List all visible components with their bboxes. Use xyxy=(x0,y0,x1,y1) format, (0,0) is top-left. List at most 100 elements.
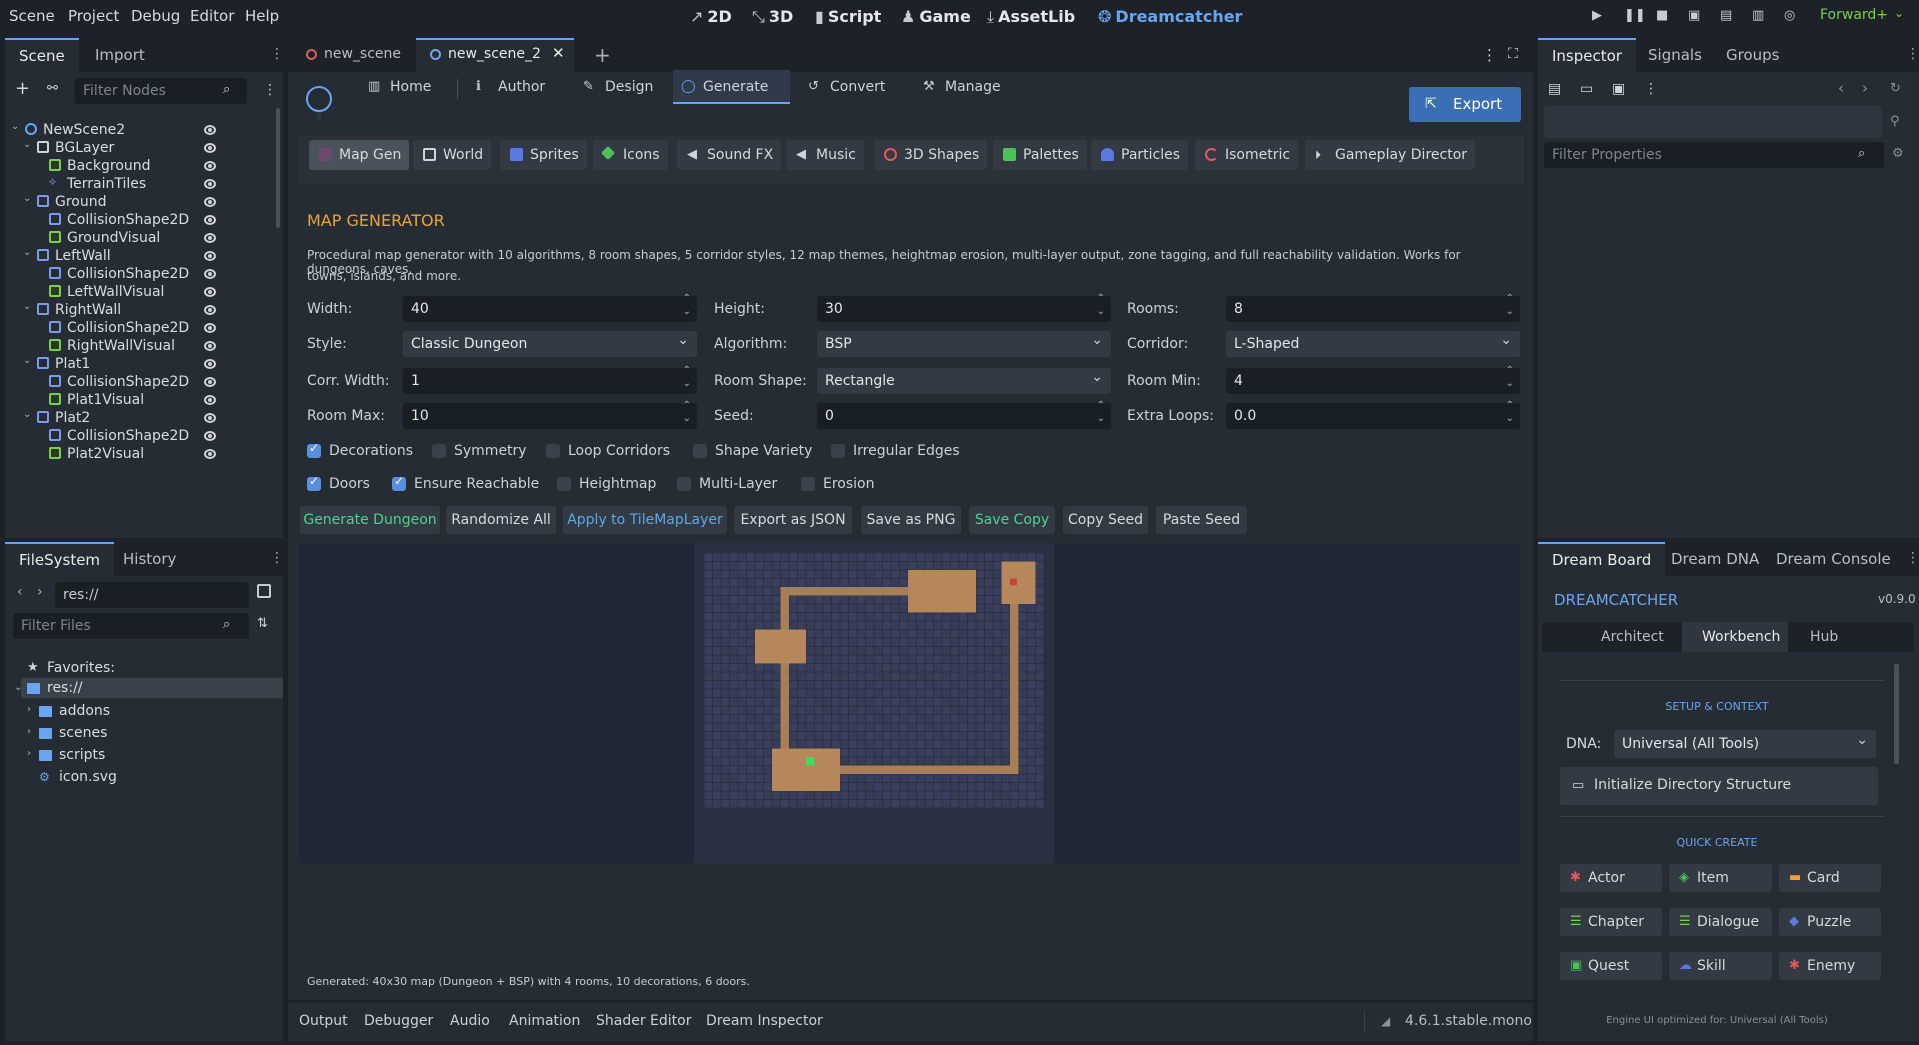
tab-output[interactable]: Output xyxy=(299,1013,348,1029)
play-scene-icon[interactable]: ▤ xyxy=(1720,8,1732,23)
paste-seed-button[interactable]: Paste Seed xyxy=(1156,506,1247,534)
randomize-all-button[interactable]: Randomize All xyxy=(446,506,556,534)
symmetry-checkbox[interactable] xyxy=(432,444,446,458)
visibility-eye-icon[interactable] xyxy=(204,179,216,189)
tab-signals[interactable]: Signals xyxy=(1634,38,1716,72)
settings-icon[interactable]: ⚙ xyxy=(1892,146,1904,161)
workspace-assetlib[interactable]: ⤓ AssetLib xyxy=(987,0,1075,34)
pause-icon[interactable]: ❚❚ xyxy=(1624,8,1646,23)
erosion-checkbox[interactable] xyxy=(801,477,815,491)
fs-item-addons[interactable]: addons xyxy=(59,702,110,720)
room-max-spinbox[interactable]: 10 xyxy=(403,399,697,429)
fullscreen-icon[interactable]: ⛶ xyxy=(1508,46,1518,62)
save-icon[interactable]: ▣ xyxy=(1612,81,1625,97)
subtab-isometric[interactable]: Isometric xyxy=(1195,140,1299,170)
scene-tree-item[interactable]: LeftWall xyxy=(55,247,111,265)
subtab-world[interactable]: World xyxy=(413,140,492,170)
visibility-eye-icon[interactable] xyxy=(204,377,216,387)
chevron-down-icon[interactable]: ⌄ xyxy=(23,301,31,312)
tab-groups[interactable]: Groups xyxy=(1712,38,1793,72)
corridor-select[interactable]: L-Shaped xyxy=(1226,327,1520,357)
quick-puzzle-button[interactable]: ◆ Puzzle xyxy=(1779,908,1881,936)
filter-nodes-input[interactable]: Filter Nodes xyxy=(75,78,247,104)
scene-tree-item[interactable]: RightWall xyxy=(55,301,121,319)
chevron-down-icon[interactable]: ⌄ xyxy=(23,139,31,150)
close-icon[interactable]: ✕ xyxy=(552,44,565,62)
corr-width-spinbox[interactable]: 1 xyxy=(403,364,697,394)
scene-tree-item[interactable]: CollisionShape2D xyxy=(67,319,189,337)
chevron-right-icon[interactable]: › xyxy=(27,704,31,715)
visibility-eye-icon[interactable] xyxy=(204,413,216,423)
play-custom-icon[interactable]: ▥ xyxy=(1752,8,1764,23)
room-shape-select[interactable]: Rectangle xyxy=(817,364,1111,394)
history-forward-icon[interactable]: › xyxy=(1862,79,1868,97)
tab-shader-editor[interactable]: Shader Editor xyxy=(596,1013,691,1029)
tab-design[interactable]: ✎ Design xyxy=(575,70,653,104)
chevron-right-icon[interactable]: › xyxy=(27,748,31,759)
quick-chapter-button[interactable]: ☰ Chapter xyxy=(1560,908,1662,936)
dock-menu-icon[interactable]: ⋮ xyxy=(270,46,284,62)
subtab-hub[interactable]: Hub xyxy=(1810,629,1838,645)
visibility-eye-icon[interactable] xyxy=(204,125,216,135)
visibility-eye-icon[interactable] xyxy=(204,233,216,243)
visibility-eye-icon[interactable] xyxy=(204,143,216,153)
initialize-directory-button[interactable]: ▭ Initialize Directory Structure xyxy=(1560,767,1878,805)
scene-tree-item[interactable]: GroundVisual xyxy=(67,229,160,247)
play-icon[interactable]: ▶ xyxy=(1592,8,1602,23)
quick-item-button[interactable]: ◈ Item xyxy=(1669,864,1772,892)
path-input[interactable]: res:// xyxy=(55,582,249,608)
scene-tree-item[interactable]: RightWallVisual xyxy=(67,337,175,355)
visibility-eye-icon[interactable] xyxy=(204,305,216,315)
tab-audio[interactable]: Audio xyxy=(450,1013,490,1029)
scene-tree-item[interactable]: LeftWallVisual xyxy=(67,283,164,301)
height-spinbox[interactable]: 30 xyxy=(817,292,1111,322)
scene-tree-item[interactable]: CollisionShape2D xyxy=(67,373,189,391)
fs-item-icon-svg[interactable]: icon.svg xyxy=(59,768,117,786)
dock-menu-icon[interactable]: ⋮ xyxy=(1906,550,1919,566)
link-icon[interactable]: ⚯ xyxy=(47,81,58,96)
sort-icon[interactable]: ⇅ xyxy=(257,616,268,631)
add-node-icon[interactable]: + xyxy=(15,78,30,99)
apply-to-tilemaplayer-button[interactable]: Apply to TileMapLayer xyxy=(563,506,727,534)
visibility-eye-icon[interactable] xyxy=(204,269,216,279)
back-icon[interactable]: ‹ xyxy=(17,584,23,600)
visibility-eye-icon[interactable] xyxy=(204,287,216,297)
tab-home[interactable]: ▥ Home xyxy=(360,70,431,104)
menu-scene[interactable]: Scene xyxy=(9,0,55,32)
scrollbar[interactable] xyxy=(276,108,280,228)
forward-icon[interactable]: › xyxy=(37,584,43,600)
menu-help[interactable]: Help xyxy=(245,0,279,32)
scene-tree-item[interactable]: TerrainTiles xyxy=(67,175,146,193)
quick-skill-button[interactable]: ☁ Skill xyxy=(1669,952,1772,980)
subtab-architect[interactable]: Architect xyxy=(1601,629,1664,645)
chevron-down-icon[interactable]: ⌄ xyxy=(23,355,31,366)
visibility-eye-icon[interactable] xyxy=(204,341,216,351)
add-tab-icon[interactable]: + xyxy=(594,43,611,67)
movie-icon[interactable]: ◎ xyxy=(1784,8,1795,23)
algorithm-select[interactable]: BSP xyxy=(817,327,1111,357)
scene-tree-item[interactable]: Plat1 xyxy=(55,355,90,373)
quick-card-button[interactable]: ▬ Card xyxy=(1779,864,1881,892)
visibility-eye-icon[interactable] xyxy=(204,215,216,225)
tab-dream-dna[interactable]: Dream DNA xyxy=(1657,542,1773,576)
tab-author[interactable]: ℹ Author xyxy=(468,70,545,104)
visibility-eye-icon[interactable] xyxy=(204,431,216,441)
stop-icon[interactable]: ■ xyxy=(1656,8,1668,23)
menu-debug[interactable]: Debug xyxy=(131,0,180,32)
scene-tree-item[interactable]: Background xyxy=(67,157,151,175)
subtab-palettes[interactable]: Palettes xyxy=(993,140,1087,170)
scene-tree-item[interactable]: CollisionShape2D xyxy=(67,211,189,229)
workspace-2d[interactable]: ↗ 2D xyxy=(690,0,732,34)
quick-quest-button[interactable]: ▣ Quest xyxy=(1560,952,1662,980)
loop-corridors-checkbox[interactable] xyxy=(546,444,560,458)
subtab-sound-fx[interactable]: ◀ Sound FX xyxy=(677,140,782,170)
export-as-json-button[interactable]: Export as JSON xyxy=(734,506,852,534)
menu-editor[interactable]: Editor xyxy=(190,0,234,32)
dock-menu-icon[interactable]: ⋮ xyxy=(1906,46,1919,62)
visibility-eye-icon[interactable] xyxy=(204,359,216,369)
tab-dream-inspector[interactable]: Dream Inspector xyxy=(706,1013,823,1029)
visibility-eye-icon[interactable] xyxy=(204,161,216,171)
heightmap-checkbox[interactable] xyxy=(557,477,571,491)
workspace-script[interactable]: ▮ Script xyxy=(815,0,881,34)
fs-item-scenes[interactable]: scenes xyxy=(59,724,107,742)
